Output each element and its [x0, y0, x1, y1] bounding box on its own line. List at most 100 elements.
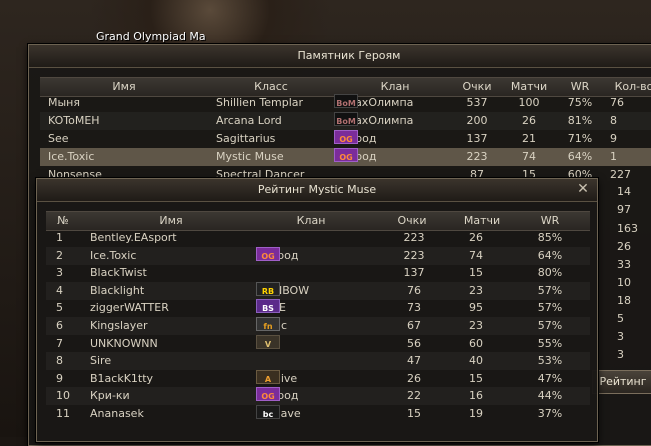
- hero-count: 227: [610, 168, 631, 181]
- vex-icon: V: [256, 334, 280, 349]
- player-matches: 40: [469, 354, 483, 368]
- heroes-window-title: Памятник Героям: [29, 45, 651, 68]
- col-clan[interactable]: Клан: [256, 212, 366, 230]
- player-wr: 64%: [537, 248, 563, 262]
- hero-points: 137: [466, 132, 488, 145]
- rating-row[interactable]: 8 Sire 47 40 53%: [46, 352, 590, 371]
- count-cell: 14: [617, 185, 631, 198]
- rating-row[interactable]: 1 Bentley.EAsport 223 26 85%: [46, 229, 590, 247]
- player-points: 223: [403, 231, 425, 244]
- player-wr: 57%: [537, 319, 563, 332]
- player-name: BlackTwist: [90, 266, 147, 280]
- rank-number: 2: [56, 248, 63, 262]
- hero-class: Sagittarius: [216, 132, 276, 145]
- rank-number: 10: [56, 389, 70, 403]
- player-matches: 19: [469, 407, 483, 420]
- player-name: Sire: [90, 354, 112, 368]
- player-points: 47: [407, 354, 421, 368]
- rating-window-title: Рейтинг Mystic Muse: [37, 179, 597, 202]
- player-matches: 15: [469, 266, 483, 280]
- bom-icon: BoM: [334, 112, 358, 126]
- count-cell: 5: [617, 312, 624, 325]
- rating-row[interactable]: 10 Кри-ки OGОгород 22 16 44%: [46, 387, 590, 406]
- col-points[interactable]: Очки: [382, 212, 442, 230]
- col-wr[interactable]: WR: [520, 212, 580, 230]
- player-wr: 57%: [537, 301, 563, 315]
- count-cell: 18: [617, 294, 631, 307]
- rating-row[interactable]: 9 B1ackK1tty AArchive 26 15 47%: [46, 369, 590, 388]
- player-clan: VVex: [256, 334, 376, 353]
- col-number[interactable]: №: [46, 212, 80, 230]
- player-wr: 44%: [537, 389, 563, 403]
- hero-count: 76: [610, 96, 624, 109]
- player-matches: 23: [469, 283, 483, 297]
- hero-points: 223: [466, 150, 488, 163]
- hero-row[interactable]: See Sagittarius OGОгород 137 21 71% 9: [40, 130, 651, 148]
- og-icon: OG: [334, 148, 358, 162]
- player-points: 22: [407, 389, 421, 403]
- hero-matches: 100: [518, 96, 540, 109]
- rank-number: 3: [56, 266, 63, 280]
- rating-row[interactable]: 5 ziggerWATTER BSBSOE 73 95 57%: [46, 299, 590, 317]
- hero-name: KOToMEH: [48, 114, 100, 127]
- player-points: 26: [407, 371, 421, 385]
- player-clan: OGОгород: [256, 387, 376, 405]
- player-name: ziggerWATTER: [90, 301, 169, 315]
- hero-wr: 81%: [567, 114, 593, 127]
- hero-count: 8: [610, 114, 617, 127]
- player-wr: 85%: [537, 231, 563, 244]
- batcave-icon: bc: [256, 405, 280, 419]
- hero-row[interactable]: Ice.Toxic Mystic Muse OGОгород 223 74 64% 1: [40, 148, 651, 166]
- bom-icon: BoM: [334, 94, 358, 108]
- close-icon[interactable]: ✕: [575, 181, 591, 197]
- player-wr: 53%: [537, 354, 563, 368]
- rating-row[interactable]: 7 UNKNOWNN VVex 56 60 55%: [46, 334, 590, 353]
- count-cell: 97: [617, 203, 631, 216]
- hero-clan: OGОгород: [334, 148, 454, 166]
- hero-clan: BoM СтрахОлимпа: [334, 94, 454, 112]
- player-points: 73: [407, 301, 421, 315]
- col-name[interactable]: Имя: [86, 212, 256, 230]
- player-points: 137: [403, 266, 425, 280]
- player-name: Blacklight: [90, 283, 145, 297]
- rating-header-row: № Имя Клан Очки Матчи WR: [46, 211, 590, 231]
- player-points: 56: [407, 336, 421, 350]
- player-wr: 57%: [537, 283, 563, 297]
- hero-name: See: [48, 132, 69, 145]
- player-matches: 23: [469, 319, 483, 332]
- rank-number: 9: [56, 371, 63, 385]
- rank-number: 7: [56, 336, 63, 350]
- og-icon: OG: [256, 387, 280, 402]
- scene-label: Grand Olympiad Ma: [96, 30, 206, 43]
- player-name: Кри-ки: [90, 389, 130, 403]
- hero-wr: 75%: [567, 96, 593, 109]
- rating-row[interactable]: 3 BlackTwist 137 15 80%: [46, 264, 590, 282]
- hero-wr: 64%: [567, 150, 593, 163]
- hero-points: 537: [466, 96, 488, 109]
- rank-number: 6: [56, 319, 63, 332]
- hero-row[interactable]: Мыня Shillien Templar BoM СтрахОлимпа 537 100…: [40, 94, 651, 112]
- hero-row[interactable]: KOToMEH Arcana Lord BoM СтрахОлимпа 200 26 81%…: [40, 112, 651, 130]
- rating-row[interactable]: 11 Ananasek bcBatcave 15 19 37%: [46, 405, 590, 423]
- player-name: Ananasek: [90, 407, 144, 420]
- hero-name: Ice.Toxic: [48, 150, 95, 163]
- fnatic-icon: fn: [256, 317, 280, 331]
- rainbow-icon: RB: [256, 281, 280, 296]
- rating-button[interactable]: Рейтинг: [592, 370, 651, 394]
- rating-row[interactable]: 2 Ice.Toxic OGОгород 223 74 64%: [46, 246, 590, 265]
- player-matches: 95: [469, 301, 483, 315]
- hero-clan: OGОгород: [334, 130, 454, 148]
- col-matches[interactable]: Матчи: [452, 212, 512, 230]
- close-icon[interactable]: ✕: [647, 47, 651, 63]
- hero-wr: 71%: [567, 132, 593, 145]
- player-matches: 16: [469, 389, 483, 403]
- hero-class: Mystic Muse: [216, 150, 284, 163]
- rating-row[interactable]: 4 Blacklight RB RAINBOW 76 23 57%: [46, 281, 590, 300]
- hero-matches: 26: [522, 114, 536, 127]
- player-matches: 60: [469, 336, 483, 350]
- player-wr: 47%: [537, 371, 563, 385]
- hero-class: Shillien Templar: [216, 96, 304, 109]
- hero-count: 9: [610, 132, 617, 145]
- rating-row[interactable]: 6 Kingslayer fnfnatic 67 23 57%: [46, 317, 590, 335]
- player-wr: 37%: [537, 407, 563, 420]
